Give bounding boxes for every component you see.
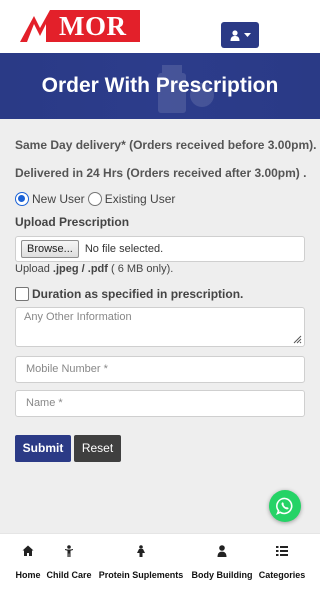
upload-hint-formats: .jpeg / .pdf	[52, 263, 108, 275]
page-title: Order With Prescription	[41, 74, 279, 97]
new-user-radio[interactable]	[15, 192, 29, 206]
duration-checkbox[interactable]	[15, 287, 29, 301]
whatsapp-icon	[276, 497, 293, 515]
duration-checkbox-label[interactable]: Duration as specified in prescription.	[32, 287, 243, 301]
user-icon	[217, 545, 227, 557]
mobile-number-input[interactable]: Mobile Number *	[15, 356, 305, 383]
nav-item-categories[interactable]: Categories	[257, 545, 307, 585]
top-header: MOR	[0, 0, 320, 53]
home-icon	[22, 545, 34, 556]
logo-mark-icon	[20, 10, 56, 42]
user-type-radio-group: New User Existing User	[15, 192, 178, 206]
person-icon	[137, 545, 145, 557]
other-info-textarea[interactable]: Any Other Information	[15, 307, 305, 347]
nav-label-home: Home	[15, 570, 41, 580]
nav-label-child-care: Child Care	[46, 570, 92, 580]
nav-label-categories: Categories	[258, 570, 306, 580]
nav-item-home[interactable]: Home	[12, 545, 44, 585]
bottom-navigation: Home Child Care Protein Suplements Body …	[0, 533, 320, 600]
page-banner: Order With Prescription	[0, 53, 320, 119]
account-menu-button[interactable]	[221, 22, 259, 48]
nav-label-protein-suplements: Protein Suplements	[98, 570, 184, 580]
nav-item-protein-suplements[interactable]: Protein Suplements	[96, 545, 186, 585]
logo-text: MOR	[56, 10, 140, 42]
nav-item-body-building[interactable]: Body Building	[189, 545, 255, 585]
upload-hint-prefix: Upload	[15, 263, 53, 275]
upload-hint-suffix: ( 6 MB only).	[107, 263, 174, 275]
nav-label-body-building: Body Building	[191, 570, 253, 580]
resize-grip-icon[interactable]	[292, 334, 302, 344]
existing-user-radio[interactable]	[87, 192, 102, 206]
file-status-text: No file selected.	[84, 243, 164, 255]
new-user-label[interactable]: New User	[32, 192, 85, 206]
reset-button[interactable]: Reset	[74, 435, 121, 462]
caret-down-icon	[243, 33, 251, 37]
whatsapp-button[interactable]	[269, 490, 301, 522]
list-icon	[276, 546, 288, 556]
name-input[interactable]: Name *	[15, 390, 305, 417]
other-info-placeholder: Any Other Information	[24, 311, 132, 323]
user-icon	[230, 29, 240, 41]
mobile-number-placeholder: Mobile Number *	[26, 363, 108, 375]
browse-button[interactable]: Browse...	[21, 240, 79, 258]
prescription-file-input[interactable]: Browse... No file selected.	[15, 236, 305, 262]
submit-button[interactable]: Submit	[15, 435, 71, 462]
child-icon	[65, 545, 73, 557]
brand-logo[interactable]: MOR	[20, 10, 140, 42]
duration-checkbox-row: Duration as specified in prescription.	[15, 287, 243, 301]
nav-item-child-care[interactable]: Child Care	[45, 545, 93, 585]
prescription-form: Same Day delivery* (Orders received befo…	[0, 119, 320, 533]
existing-user-label[interactable]: Existing User	[105, 192, 176, 206]
upload-prescription-label: Upload Prescription	[15, 215, 130, 229]
upload-hint: Upload .jpeg / .pdf ( 6 MB only).	[15, 263, 173, 275]
same-day-delivery-note: Same Day delivery* (Orders received befo…	[15, 138, 317, 152]
name-placeholder: Name *	[26, 397, 63, 409]
next-day-delivery-note: Delivered in 24 Hrs (Orders received aft…	[15, 166, 307, 180]
